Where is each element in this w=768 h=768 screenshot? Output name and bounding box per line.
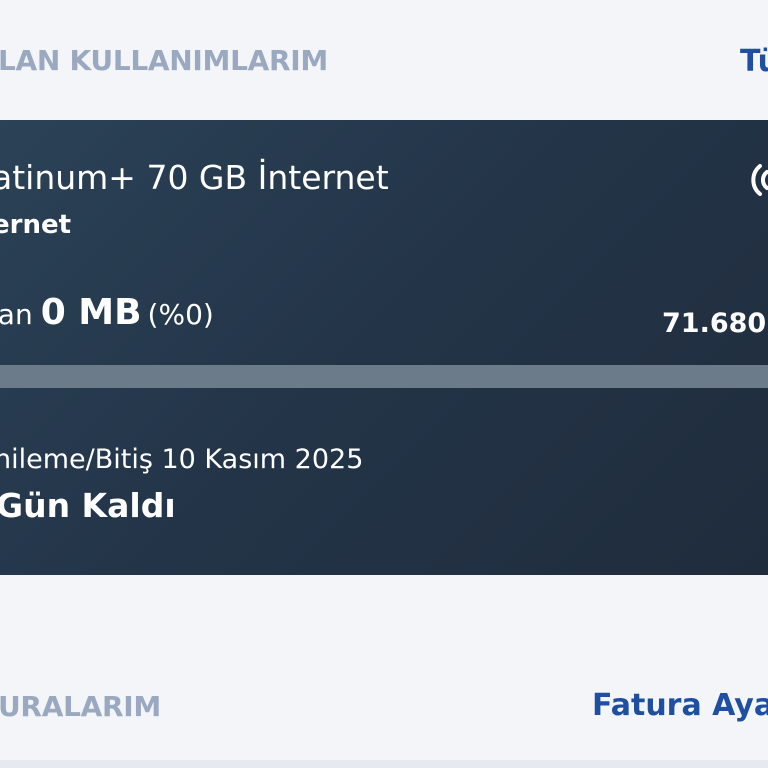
usage-card[interactable]: atinum+ 70 GB İnternet ernet lan0 MB(%0)…	[0, 120, 768, 575]
usage-section-link[interactable]: Tü	[740, 44, 768, 79]
page: LAN KULLANIMLARIM Tü atinum+ 70 GB İnter…	[0, 0, 768, 768]
invoices-section-title: URALARIM	[0, 690, 161, 723]
divider	[0, 760, 768, 768]
renewal-date: nileme/Bitiş 10 Kasım 2025	[0, 444, 364, 475]
used-amount-row: lan0 MB(%0)	[0, 292, 214, 333]
used-value: 0 MB	[40, 292, 142, 333]
total-quota: 71.680 M	[662, 308, 768, 339]
invoices-section-header: URALARIM Fatura Ayar	[0, 688, 768, 728]
used-percent: (%0)	[147, 298, 214, 331]
usage-section-header: LAN KULLANIMLARIM Tü	[0, 44, 768, 84]
usage-section-title: LAN KULLANIMLARIM	[0, 44, 328, 77]
package-type: ernet	[0, 210, 72, 240]
wifi-icon	[751, 164, 768, 196]
usage-progress-bar	[0, 365, 768, 388]
days-left: Gün Kaldı	[0, 486, 176, 525]
used-label: lan	[0, 298, 33, 331]
invoice-settings-link[interactable]: Fatura Ayar	[592, 688, 768, 723]
package-name: atinum+ 70 GB İnternet	[0, 158, 389, 197]
